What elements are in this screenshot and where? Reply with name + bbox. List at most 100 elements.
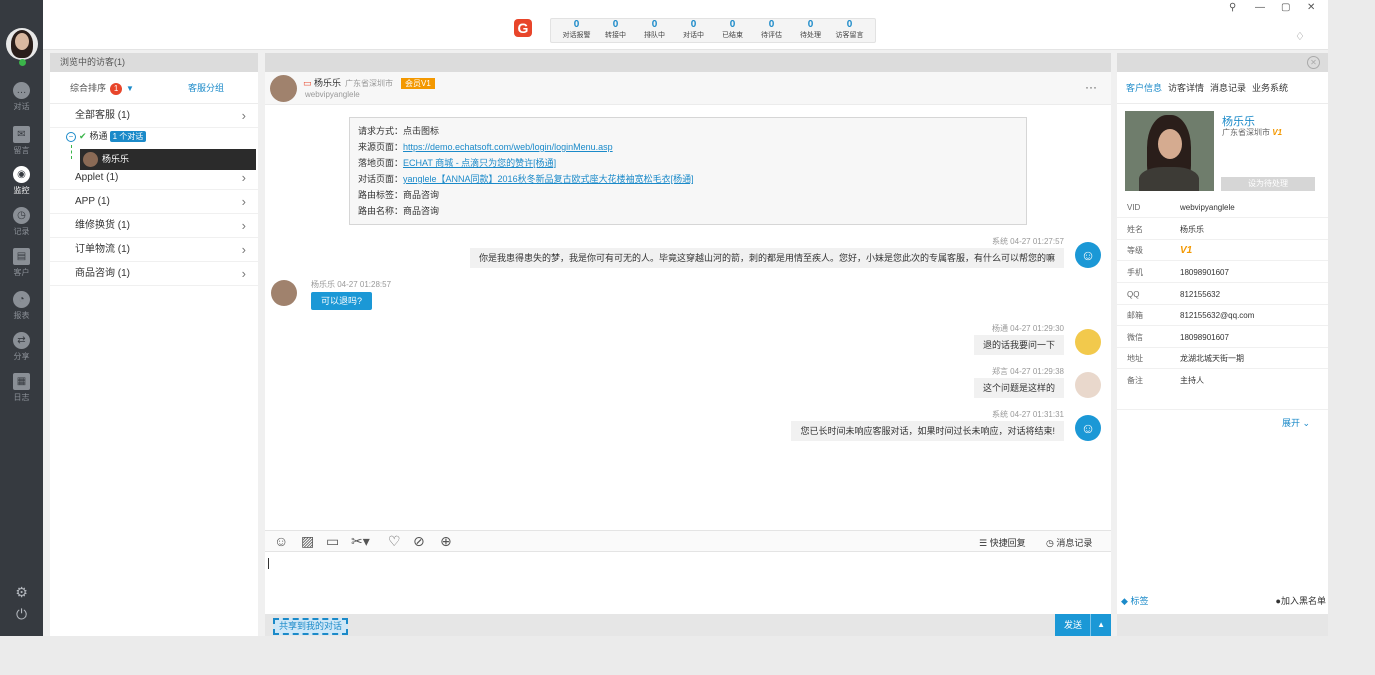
expand-button[interactable]: 展开 ⌄ <box>1282 416 1310 429</box>
visitor-location: 广东省深圳市 <box>345 79 394 88</box>
message-input[interactable] <box>265 552 1111 614</box>
collapse-icon[interactable]: − <box>66 132 76 142</box>
chevron-right-icon: › <box>241 218 246 233</box>
power-icon[interactable]: ⏻ <box>13 606 30 623</box>
field-remark[interactable]: 备注 主持人 <box>1117 370 1328 410</box>
landing-page-link[interactable]: ECHAT 商城 - 点滴只为您的赞许[杨通] <box>403 158 556 168</box>
stat-label: 已结束 <box>722 32 743 39</box>
blacklist-button[interactable]: ●加入黑名单 <box>1276 594 1326 607</box>
field-name: 姓名 杨乐乐 <box>1117 219 1328 240</box>
chat-page-link[interactable]: yanglele【ANNA同款】2016秋冬新品复古欧式座大花楼袖宽松毛衣[杨通… <box>403 174 694 184</box>
customer-location-text: 广东省深圳市 <box>1222 128 1270 137</box>
history-button[interactable]: ◷ 消息记录 <box>1046 536 1092 549</box>
link-icon[interactable]: ⊘ <box>413 534 425 548</box>
close-panel-icon[interactable]: ✕ <box>1307 56 1320 69</box>
tab-visitor-detail[interactable]: 访客详情 <box>1165 72 1207 103</box>
stat-value: 0 <box>768 19 775 30</box>
emoji-icon[interactable]: ☺ <box>274 534 288 548</box>
image-icon[interactable]: ▨ <box>301 534 314 548</box>
stat-evaluate[interactable]: 0 待评估 <box>752 19 791 42</box>
group-applet[interactable]: Applet (1) › <box>50 166 258 190</box>
scissors-icon[interactable]: ✂▾ <box>351 534 370 548</box>
nav-records[interactable]: ◷ 记录 <box>0 207 43 247</box>
folder-icon[interactable]: ▭ <box>326 534 339 548</box>
nav-label: 留言 <box>13 146 30 155</box>
globe-icon[interactable]: ⊕ <box>440 534 452 548</box>
user-avatar[interactable] <box>6 28 38 60</box>
customer-panel-footer: ◆ 标签 ●加入黑名单 <box>1117 593 1328 611</box>
heart-icon[interactable]: ♡ <box>388 534 401 548</box>
stat-label: 待评估 <box>761 32 782 39</box>
group-repair[interactable]: 维修换货 (1) › <box>50 214 258 238</box>
visit-info-box: 请求方式：点击图标 来源页面：https://demo.echatsoft.co… <box>349 117 1027 225</box>
nav-label: 对话 <box>13 102 30 111</box>
quick-reply-button[interactable]: ☰ 快捷回复 <box>979 536 1026 549</box>
customer-photo <box>1125 111 1214 191</box>
pin-icon[interactable]: ⚲ <box>1229 2 1236 13</box>
field-value: 18098901607 <box>1180 268 1229 277</box>
tab-business-system[interactable]: 业务系统 <box>1249 72 1291 103</box>
agent-row[interactable]: − ✔ 杨通 1 个对话 <box>50 128 258 145</box>
pie-chart-icon: ◔ <box>13 291 30 308</box>
maximize-icon[interactable]: ▢ <box>1281 2 1290 13</box>
tag-button[interactable]: ◆ 标签 <box>1121 594 1148 607</box>
stat-transfer[interactable]: 0 转接中 <box>596 19 635 42</box>
route-tag: 路由标签：商品咨询 <box>358 190 440 200</box>
stat-ended[interactable]: 0 已结束 <box>713 19 752 42</box>
source-page-link[interactable]: https://demo.echatsoft.com/web/login/log… <box>403 142 613 152</box>
tab-message-records[interactable]: 消息记录 <box>1207 72 1249 103</box>
stat-label: 待处理 <box>800 32 821 39</box>
field-key: 邮箱 <box>1127 311 1143 320</box>
send-button[interactable]: 发送 ▲ <box>1055 614 1111 636</box>
nav-reports[interactable]: ◔ 报表 <box>0 291 43 331</box>
group-logistics[interactable]: 订单物流 (1) › <box>50 238 258 262</box>
stats-bar: 0 对话报警 0 转接中 0 排队中 0 对话中 0 已结束 0 待评估 0 待处理 0 访客留… <box>550 18 876 43</box>
tab-agent-group[interactable]: 客服分组 <box>154 72 258 103</box>
more-icon[interactable]: ··· <box>1085 80 1097 94</box>
request-method: 请求方式：点击图标 <box>358 126 440 136</box>
visitor-tabs: 综合排序 1 ▼ 客服分组 <box>50 72 258 104</box>
nav-customers[interactable]: ▤ 客户 <box>0 248 43 288</box>
field-level: 等级 V1 <box>1117 240 1328 261</box>
nav-label: 报表 <box>13 311 30 320</box>
stat-queue[interactable]: 0 排队中 <box>635 19 674 42</box>
nav-logs[interactable]: ▦ 日志 <box>0 373 43 413</box>
message-bubble: 可以退吗? <box>311 292 373 310</box>
field-wechat: 微信 18098901607 <box>1117 327 1328 348</box>
caret-up-icon[interactable]: ▲ <box>1090 614 1105 636</box>
stat-chatting[interactable]: 0 对话中 <box>674 19 713 42</box>
nav-monitor[interactable]: ◉ 监控 <box>0 166 43 206</box>
field-key: QQ <box>1127 290 1140 299</box>
close-icon[interactable]: ✕ <box>1307 2 1315 13</box>
settings-gear-icon[interactable]: ⚙ <box>13 584 30 601</box>
field-key: VID <box>1127 203 1141 212</box>
level-badge: V1 <box>1272 128 1283 137</box>
chat-panel: ▭ 杨乐乐 广东省深圳市 会员V1 webvipyanglele ··· 请求方式：… <box>265 53 1111 636</box>
expand-label: 展开 <box>1282 418 1301 428</box>
nav-message[interactable]: ✉ 留言 <box>0 126 43 166</box>
stat-pending[interactable]: 0 待处理 <box>791 19 830 42</box>
blacklist-label: 加入黑名单 <box>1280 596 1326 606</box>
group-product[interactable]: 商品咨询 (1) › <box>50 262 258 286</box>
message-meta: 杨乐乐 04-27 01:28:57 <box>311 280 392 289</box>
minimize-icon[interactable]: — <box>1255 2 1265 13</box>
visitor-id: webvipyanglele <box>305 90 360 99</box>
bell-icon[interactable]: ♢ <box>1295 30 1307 43</box>
tag-icon: ◆ <box>1121 596 1128 606</box>
stat-leave-message[interactable]: 0 访客留言 <box>830 19 869 42</box>
group-app[interactable]: APP (1) › <box>50 190 258 214</box>
vip-badge: 会员V1 <box>401 78 435 89</box>
group-label: Applet (1) <box>75 172 119 183</box>
field-key: 微信 <box>1127 333 1143 342</box>
nav-share[interactable]: ⇄ 分享 <box>0 332 43 372</box>
tab-customer-info[interactable]: 客户信息 <box>1123 72 1165 103</box>
stat-value: 0 <box>846 19 853 30</box>
tab-sort[interactable]: 综合排序 1 ▼ <box>50 72 154 103</box>
nav-chat[interactable]: … 对话 <box>0 82 43 122</box>
chat-visitor-info: ▭ 杨乐乐 广东省深圳市 会员V1 webvipyanglele ··· <box>265 72 1111 105</box>
group-all-agents[interactable]: 全部客服 (1) › <box>50 104 258 128</box>
stat-alarm[interactable]: 0 对话报警 <box>557 19 596 42</box>
share-to-my-chat-button[interactable]: 共享到我的对话 <box>273 618 349 635</box>
set-pending-button[interactable]: 设为待处理 <box>1221 177 1315 191</box>
stat-value: 0 <box>573 19 580 30</box>
